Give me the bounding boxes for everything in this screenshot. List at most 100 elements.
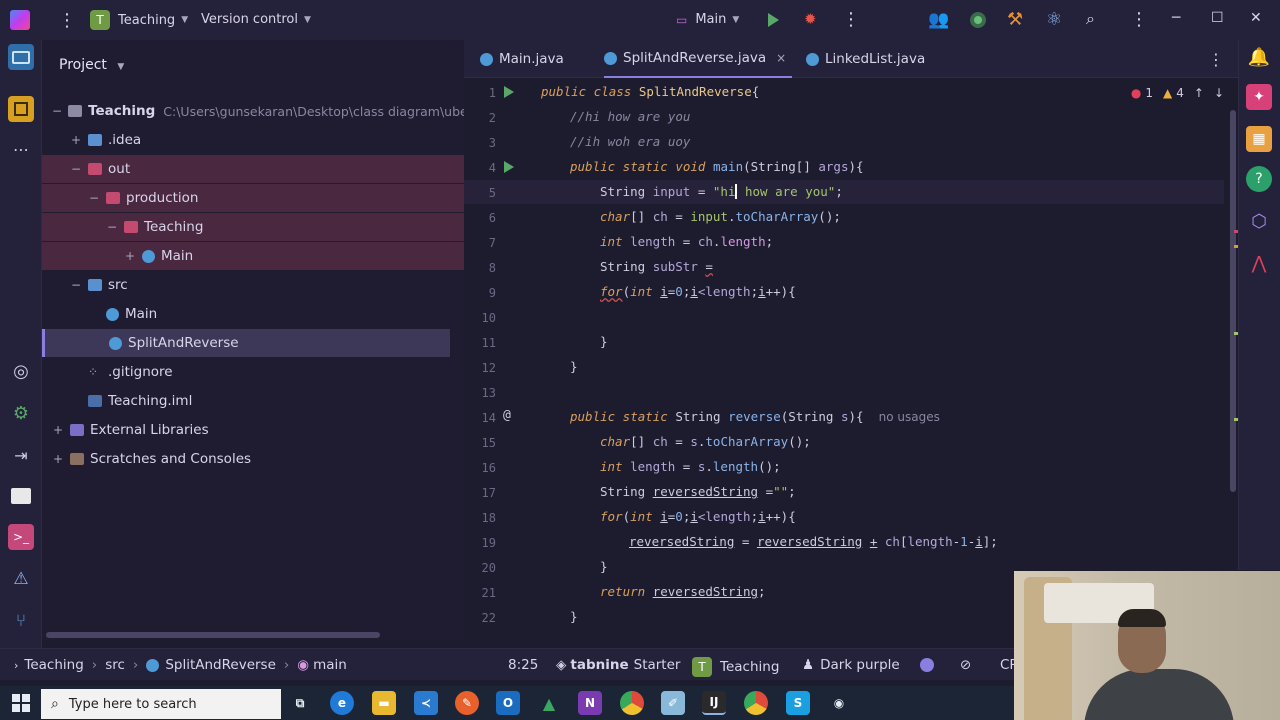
tree-item-production[interactable]: − production [42, 184, 464, 212]
collapse-icon[interactable]: − [88, 191, 100, 205]
settings-menu-icon[interactable]: ⋮ [1130, 9, 1148, 30]
git-branch-icon[interactable]: ⑂ [8, 608, 34, 634]
build-tools-icon[interactable]: ⚒ [1007, 9, 1023, 30]
outlook-icon[interactable]: O [496, 691, 520, 715]
tabnine-status[interactable]: ◈ tabnine Starter [556, 657, 680, 673]
breadcrumb-src[interactable]: src [105, 657, 125, 673]
file-explorer-icon[interactable]: ▬ [372, 691, 396, 715]
cursor-position[interactable]: 8:25 [508, 657, 538, 673]
status-indicator-icon[interactable] [970, 12, 986, 28]
tab-splitandreverse-java[interactable]: SplitAndReverse.java × [604, 40, 793, 78]
theme-status[interactable]: ♟ Dark purple [802, 657, 900, 673]
breadcrumb-class[interactable]: SplitAndReverse [165, 657, 276, 673]
search-icon[interactable]: ⌕ [1086, 9, 1095, 29]
minimize-button[interactable]: ─ [1172, 10, 1180, 26]
expand-icon[interactable]: + [52, 423, 64, 437]
terminal-icon[interactable]: >_ [8, 524, 34, 550]
usage-hint[interactable]: no usages [879, 410, 940, 424]
tree-label: Main [125, 306, 158, 322]
project-status[interactable]: T Teaching [692, 657, 779, 677]
inspection-indicators[interactable]: ● 1 ▲ 4 ↑ ↓ [1131, 86, 1224, 100]
maven-icon[interactable]: ⋀ [1246, 250, 1272, 276]
atom-plugin-icon[interactable]: ⚛ [1046, 9, 1062, 30]
collapse-icon[interactable]: − [70, 278, 82, 292]
tree-item-gitignore[interactable]: ⁘ .gitignore [42, 358, 464, 386]
run-config-selector[interactable]: ▭ Main ▼ [676, 12, 739, 27]
status-dot-icon[interactable] [920, 658, 934, 672]
structure-tool-icon[interactable] [8, 96, 34, 122]
expand-icon[interactable]: + [52, 452, 64, 466]
app-logo-icon[interactable] [10, 10, 30, 30]
onenote-icon[interactable]: N [578, 691, 602, 715]
intellij-icon[interactable]: IJ [702, 691, 726, 715]
more-tools-icon[interactable]: ⋯ [8, 136, 34, 162]
plugins-gear-icon[interactable]: ⚙ [8, 400, 34, 426]
collapse-icon[interactable]: − [70, 162, 82, 176]
terminal-window-icon[interactable] [8, 483, 34, 509]
tree-item-idea[interactable]: + .idea [42, 126, 464, 154]
services-icon[interactable]: ◎ [8, 358, 34, 384]
next-highlight-icon[interactable]: ↓ [1214, 86, 1224, 100]
run-button[interactable] [768, 13, 779, 27]
database-icon[interactable]: ▦ [1246, 126, 1272, 152]
run-main-icon[interactable] [504, 161, 514, 173]
tree-item-teaching-root[interactable]: − Teaching C:\Users\gunsekaran\Desktop\c… [42, 97, 464, 125]
project-tool-icon[interactable] [8, 44, 34, 70]
tab-options-icon[interactable]: ⋮ [1208, 40, 1224, 78]
debug-button[interactable]: ✹ [804, 10, 817, 28]
windows-start-icon[interactable] [12, 694, 30, 712]
gradle-icon[interactable]: ⬡ [1246, 208, 1272, 234]
tree-item-out[interactable]: − out [42, 155, 464, 183]
expand-icon[interactable]: + [70, 133, 82, 147]
tab-linkedlist-java[interactable]: LinkedList.java [806, 40, 925, 78]
run-tool-icon[interactable]: ⇥ [8, 442, 34, 468]
annotation-icon[interactable]: @ [503, 408, 511, 423]
code-with-me-icon[interactable]: 👥 [928, 10, 949, 30]
no-inspections-icon[interactable]: ⊘ [960, 657, 971, 673]
tree-item-main[interactable]: Main [42, 300, 464, 328]
tab-main-java[interactable]: Main.java [480, 40, 564, 78]
problems-icon[interactable]: ⚠ [8, 566, 34, 592]
collapse-icon[interactable]: − [52, 104, 62, 118]
code-line: reversedString = reversedString + ch[len… [629, 534, 998, 549]
notifications-bell-icon[interactable]: 🔔 [1246, 44, 1272, 70]
close-button[interactable]: ✕ [1250, 10, 1262, 26]
close-tab-icon[interactable]: × [776, 51, 786, 65]
vscode-icon[interactable]: ≺ [414, 691, 438, 715]
tree-item-teaching-output[interactable]: − Teaching [42, 213, 464, 241]
taskbar-search[interactable]: ⌕ Type here to search [41, 689, 281, 719]
chrome-icon[interactable] [620, 691, 644, 715]
project-switcher[interactable]: T Teaching ▼ [90, 10, 188, 30]
breadcrumb-project[interactable]: Teaching [24, 657, 83, 673]
breadcrumb-method[interactable]: main [313, 657, 347, 673]
collapse-icon[interactable]: − [106, 220, 118, 234]
edge-browser-icon[interactable]: e [330, 691, 354, 715]
maximize-button[interactable]: ☐ [1211, 10, 1224, 26]
vertical-scrollbar[interactable] [1230, 110, 1236, 492]
help-icon[interactable]: ? [1246, 166, 1272, 192]
notepad-icon[interactable]: ✐ [661, 691, 685, 715]
postman-icon[interactable]: ✎ [455, 691, 479, 715]
tree-item-splitandreverse[interactable]: SplitAndReverse [42, 329, 450, 357]
android-studio-icon[interactable]: ▲ [537, 691, 561, 715]
main-menu-icon[interactable]: ⋮ [58, 10, 76, 31]
tree-item-teaching-iml[interactable]: Teaching.iml [42, 387, 464, 415]
code-editor[interactable]: ● 1 ▲ 4 ↑ ↓ 1 2 3 4 5 6 7 8 9 10 11 12 1… [464, 78, 1280, 640]
tree-item-scratches[interactable]: + Scratches and Consoles [42, 445, 464, 473]
line-number: 21 [481, 586, 496, 600]
vcs-menu[interactable]: Version control ▼ [201, 12, 311, 27]
skype-icon[interactable]: S [786, 691, 810, 715]
expand-icon[interactable]: + [124, 249, 136, 263]
horizontal-scrollbar[interactable] [46, 632, 380, 638]
more-actions-icon[interactable]: ⋮ [842, 9, 860, 30]
chrome-profile-icon[interactable] [744, 691, 768, 715]
tree-item-external-libraries[interactable]: + External Libraries [42, 416, 464, 444]
tree-item-main-output[interactable]: + Main [42, 242, 464, 270]
project-panel-title[interactable]: Project ▼ [59, 57, 124, 73]
tree-item-src[interactable]: − src [42, 271, 464, 299]
run-class-icon[interactable] [504, 86, 514, 98]
obs-recorder-icon[interactable]: ◉ [827, 691, 851, 715]
ai-assistant-icon[interactable]: ✦ [1246, 84, 1272, 110]
previous-highlight-icon[interactable]: ↑ [1194, 86, 1204, 100]
task-view-icon[interactable]: ⧉ [288, 691, 312, 715]
